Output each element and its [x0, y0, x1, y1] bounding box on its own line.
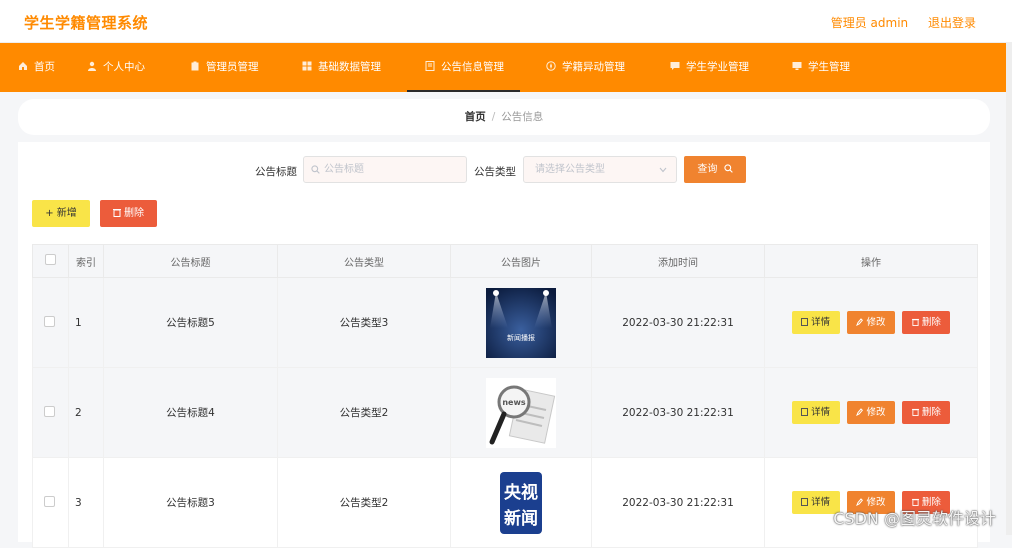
doc-icon — [801, 408, 809, 416]
row-index: 2 — [68, 367, 104, 458]
breadcrumb-separator: / — [491, 111, 496, 123]
row-title: 公告标题4 — [103, 367, 278, 458]
nav-item-student[interactable]: 学生管理 — [792, 43, 850, 92]
nav-item-basic-data[interactable]: 基础数据管理 — [302, 43, 381, 92]
row-checkbox[interactable] — [44, 405, 55, 417]
table-header: 索引 公告标题 公告类型 公告图片 添加时间 操作 — [32, 244, 978, 278]
title-search-placeholder: 公告标题 — [324, 164, 364, 175]
breadcrumb-home[interactable]: 首页 — [465, 111, 486, 123]
user-icon — [88, 61, 96, 71]
table-row: 2 公告标题4 公告类型2 news 2022-03-30 21:22:31 详… — [32, 367, 978, 458]
pencil-icon — [856, 408, 864, 417]
breadcrumb: 首页 / 公告信息 — [18, 99, 990, 135]
row-actions: 详情 修改 删除 — [764, 367, 978, 458]
row-index: 1 — [68, 277, 104, 368]
select-all-checkbox[interactable] — [45, 254, 56, 265]
row-time: 2022-03-30 21:22:31 — [591, 457, 765, 548]
title-filter-label: 公告标题 — [255, 166, 297, 178]
grid-icon — [302, 61, 312, 71]
column-header: 操作 — [764, 244, 978, 278]
app-title: 学生学籍管理系统 — [24, 14, 149, 32]
logout-button[interactable]: 退出登录 — [928, 16, 976, 30]
type-select[interactable]: 请选择公告类型 — [523, 156, 677, 183]
column-header: 公告类型 — [277, 244, 451, 278]
row-checkbox[interactable] — [44, 315, 55, 327]
row-time: 2022-03-30 21:22:31 — [591, 277, 765, 368]
monitor-icon — [792, 62, 802, 70]
add-button[interactable]: + 新增 — [32, 200, 90, 227]
nav-item-home[interactable]: 首页 — [18, 43, 55, 92]
home-icon — [19, 62, 27, 70]
main-nav: 首页 个人中心 管理员管理 基础数据管理 公告信息管理 学籍异动管理 学生学业管… — [0, 43, 1012, 92]
row-type: 公告类型2 — [277, 457, 451, 548]
row-title: 公告标题3 — [103, 457, 278, 548]
doc-icon — [801, 498, 809, 506]
doc-icon — [425, 61, 435, 71]
nav-item-admin[interactable]: 管理员管理 — [190, 43, 259, 92]
pencil-icon — [856, 318, 864, 327]
watermark: CSDN @图灵软件设计 — [833, 509, 996, 528]
trash-icon — [911, 318, 919, 326]
column-header: 公告图片 — [450, 244, 592, 278]
notice-image-cctv[interactable]: 央视 新闻 — [486, 467, 556, 538]
row-actions: 详情 修改 删除 — [764, 277, 978, 368]
search-icon — [311, 165, 320, 174]
news-image-text: news — [502, 398, 526, 407]
stage-image-text: 新闻播报 — [507, 333, 535, 342]
doc-icon — [801, 318, 809, 326]
detail-button[interactable]: 详情 — [791, 311, 840, 334]
content-panel: 公告标题 公告标题 公告类型 请选择公告类型 查询 + 新增 删除 索引 公告标… — [18, 142, 990, 548]
header-actions: 管理员 admin 退出登录 — [815, 14, 976, 31]
table-row: 3 公告标题3 公告类型2 央视 新闻 2022-03-30 21:22:31 … — [32, 457, 978, 548]
nav-item-profile[interactable]: 个人中心 — [87, 43, 145, 92]
page-scrollbar[interactable] — [1006, 43, 1012, 535]
trash-icon — [113, 209, 121, 217]
nav-item-academic[interactable]: 学生学业管理 — [670, 43, 749, 92]
column-header: 索引 — [68, 244, 104, 278]
clipboard-icon — [191, 61, 199, 71]
row-time: 2022-03-30 21:22:31 — [591, 367, 765, 458]
type-select-placeholder: 请选择公告类型 — [535, 164, 605, 175]
notice-table: 索引 公告标题 公告类型 公告图片 添加时间 操作 1 公告标题5 公告类型3 — [32, 244, 978, 548]
row-checkbox[interactable] — [44, 495, 55, 507]
search-icon — [723, 164, 733, 173]
delete-button[interactable]: 删除 — [902, 311, 951, 334]
column-header: 公告标题 — [103, 244, 278, 278]
chat-icon — [670, 62, 680, 70]
column-header: 添加时间 — [591, 244, 765, 278]
top-bar: 学生学籍管理系统 管理员 admin 退出登录 — [0, 0, 1012, 43]
select-all-cell — [32, 244, 69, 278]
detail-button[interactable]: 详情 — [791, 401, 840, 424]
title-search-input[interactable]: 公告标题 — [303, 156, 467, 183]
nav-item-notice[interactable]: 公告信息管理 — [407, 43, 520, 92]
cctv-image-line2: 新闻 — [504, 508, 538, 529]
query-button[interactable]: 查询 — [684, 156, 746, 183]
batch-delete-button[interactable]: 删除 — [100, 200, 157, 227]
table-row: 1 公告标题5 公告类型3 新闻播报 2022-03-30 21:22:31 详… — [32, 277, 978, 368]
type-filter-label: 公告类型 — [474, 166, 516, 178]
user-label[interactable]: 管理员 admin — [831, 16, 908, 30]
row-index: 3 — [68, 457, 104, 548]
compass-icon — [546, 61, 556, 71]
notice-image-news[interactable]: news — [486, 377, 556, 448]
delete-button[interactable]: 删除 — [902, 401, 951, 424]
cctv-image-line1: 央视 — [504, 482, 538, 503]
trash-icon — [911, 408, 919, 416]
row-type: 公告类型3 — [277, 277, 451, 368]
notice-image-stage[interactable]: 新闻播报 — [486, 287, 556, 358]
row-title: 公告标题5 — [103, 277, 278, 368]
chevron-down-icon — [659, 167, 667, 173]
nav-item-status-change[interactable]: 学籍异动管理 — [546, 43, 625, 92]
edit-button[interactable]: 修改 — [847, 401, 895, 424]
row-type: 公告类型2 — [277, 367, 451, 458]
row-actions: 详情 修改 删除 — [764, 457, 978, 548]
edit-button[interactable]: 修改 — [847, 311, 895, 334]
breadcrumb-current: 公告信息 — [501, 111, 544, 123]
